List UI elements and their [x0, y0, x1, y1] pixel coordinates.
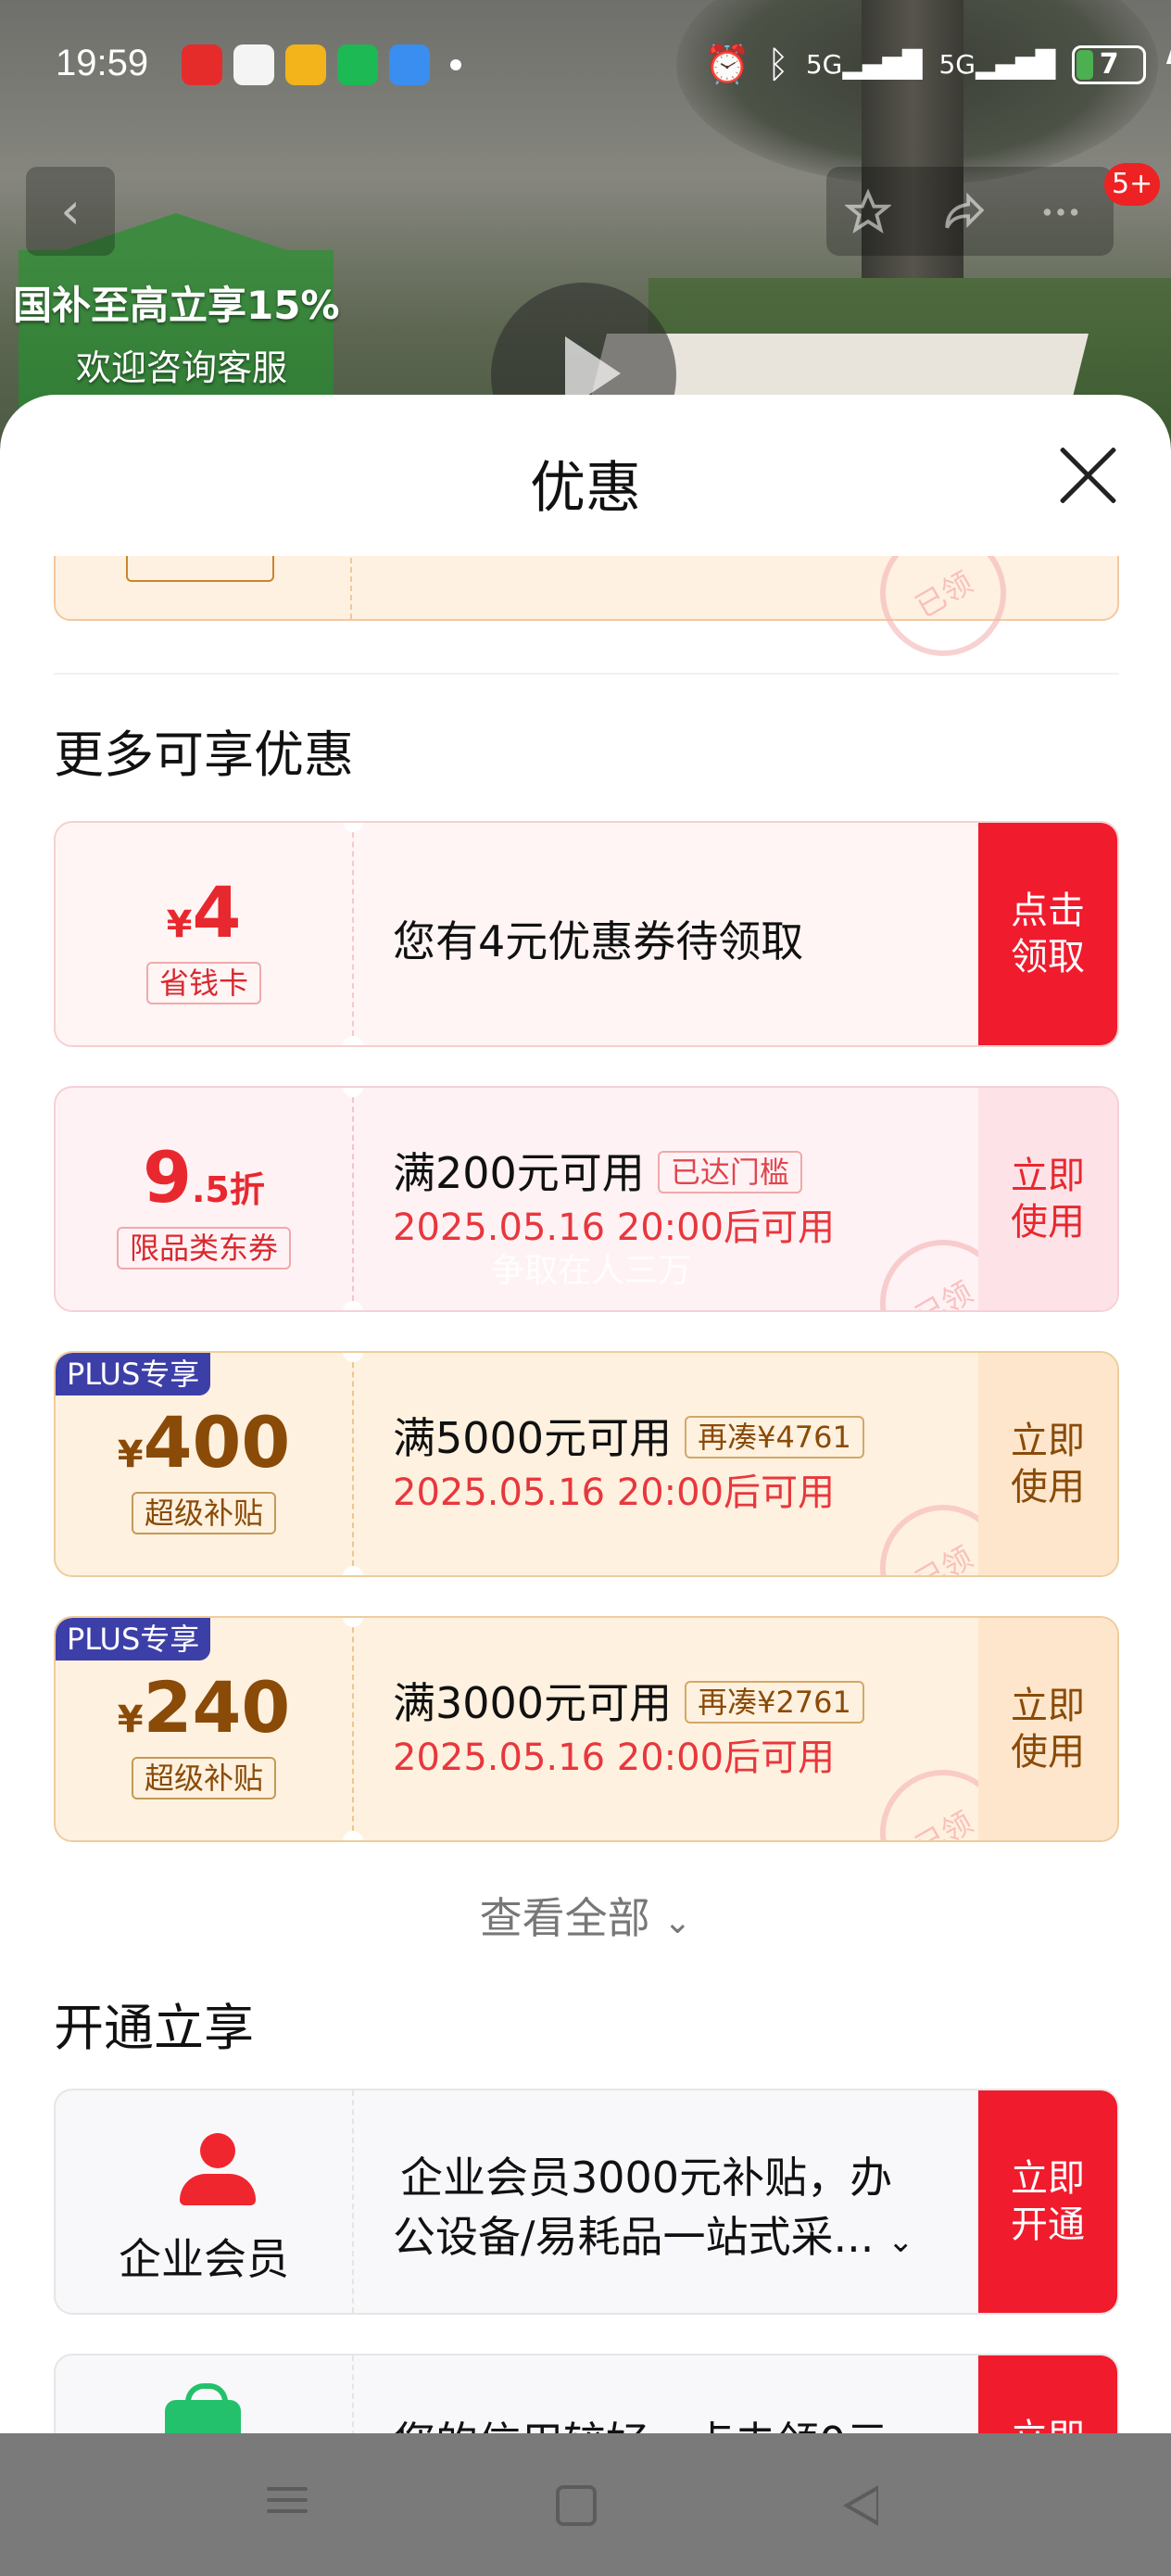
battery-level: 7	[1099, 47, 1119, 81]
use-now-button[interactable]: 立即 使用	[978, 1353, 1117, 1575]
coupon-amount: 4	[192, 871, 242, 953]
share-icon[interactable]	[941, 189, 988, 235]
coupon-valid-date: 2025.05.16 20:00后可用	[393, 1471, 836, 1514]
system-navigation-bar	[0, 2433, 1171, 2576]
coupon-threshold: 满3000元可用 再凑¥2761	[393, 1670, 864, 1731]
bluetooth-icon: ᛒ	[766, 43, 789, 86]
coupon-amount: 240	[143, 1666, 291, 1749]
membership-desc-line1: 企业会员3000元补贴，办	[400, 2153, 893, 2203]
more-icon[interactable]	[1038, 189, 1084, 235]
coupon-valid-date: 2025.05.16 20:00后可用	[393, 1736, 836, 1779]
back-button[interactable]: ‹	[26, 167, 115, 256]
coupon-threshold: 满5000元可用 再凑¥4761	[393, 1405, 864, 1466]
shopping-bag-icon	[165, 2383, 241, 2433]
signal-icon-1: 5G▂▄▆█	[805, 49, 923, 80]
membership-card[interactable]: 您的信用较好，点击领0元 立即	[54, 2354, 1119, 2433]
coupon-threshold: 满200元可用 已达门槛	[393, 1140, 802, 1201]
membership-badge	[56, 2355, 352, 2433]
coupon-type-label: 限品类东券	[116, 1227, 292, 1269]
app-notification-icon	[337, 44, 378, 85]
status-bar: 19:59 ⏰ ᛒ 5G▂▄▆█ 5G▂▄▆█ 7 ϟ	[0, 37, 1171, 102]
coupon-card[interactable]: ¥4 省钱卡 您有4元优惠券待领取 点击 领取	[54, 821, 1119, 1047]
chevron-left-icon: ‹	[60, 182, 81, 240]
person-icon	[180, 2133, 256, 2207]
coupon-tag	[126, 556, 274, 582]
coupon-discount-suffix: .5折	[192, 1169, 265, 1210]
membership-desc-line1: 您的信用较好，点击领0元	[393, 2409, 888, 2433]
home-button[interactable]	[556, 2485, 597, 2526]
coupon-value: ¥240 超级补贴	[56, 1618, 352, 1840]
top-actions	[826, 167, 1114, 256]
coupon-amount: 400	[143, 1401, 291, 1484]
watermark-text: 争取在人三万	[491, 1252, 692, 1290]
alarm-icon: ⏰	[704, 44, 750, 86]
remaining-amount-chip: 再凑¥2761	[685, 1681, 864, 1724]
signal-icon-2: 5G▂▄▆█	[938, 49, 1056, 80]
coupon-description: 您有4元优惠券待领取	[393, 916, 804, 966]
membership-desc-line2: 公设备/易耗品一站式采... ⌄	[393, 2212, 914, 2262]
app-notification-icon	[233, 44, 274, 85]
use-now-button[interactable]: 立即 使用	[978, 1088, 1117, 1310]
charging-icon: ϟ	[1163, 44, 1171, 86]
coupon-card[interactable]: PLUS专享 ¥240 超级补贴 满3000元可用 再凑¥2761 2025.05…	[54, 1616, 1119, 1842]
app-notification-icon	[182, 44, 222, 85]
chevron-down-icon[interactable]: ⌄	[888, 2223, 914, 2260]
status-time: 19:59	[56, 43, 149, 83]
back-nav-button[interactable]	[843, 2485, 878, 2526]
more-notifications-dot	[450, 59, 461, 70]
close-button[interactable]	[1056, 443, 1121, 508]
coupon-value: ¥4 省钱卡	[56, 823, 352, 1045]
currency-symbol: ¥	[117, 1698, 144, 1741]
message-count-badge: 5+	[1104, 163, 1161, 206]
coupon-amount: 9	[143, 1136, 192, 1219]
coupon-card[interactable]: 9.5折 限品类东券 满200元可用 已达门槛 2025.05.16 20:00后…	[54, 1086, 1119, 1312]
threshold-met-chip: 已达门槛	[657, 1151, 802, 1193]
remaining-amount-chip: 再凑¥4761	[685, 1416, 864, 1458]
star-icon[interactable]	[845, 189, 891, 235]
chevron-down-icon: ⌄	[663, 1903, 692, 1941]
divider	[54, 673, 1119, 675]
offers-sheet: 优惠 已领 更多可享优惠 ¥4 省钱卡 您有4元优惠券待领取 点击 领取 9.5…	[0, 395, 1171, 2433]
coupon-value: ¥400 超级补贴	[56, 1353, 352, 1575]
currency-symbol: ¥	[166, 903, 193, 946]
activate-button[interactable]: 立即 开通	[978, 2090, 1117, 2313]
recent-apps-button[interactable]	[261, 2480, 313, 2532]
membership-card[interactable]: 企业会员 企业会员3000元补贴，办 公设备/易耗品一站式采... ⌄ 立即 开通	[54, 2089, 1119, 2315]
app-notification-icon	[389, 44, 430, 85]
battery-icon: 7	[1072, 44, 1147, 84]
sheet-title: 优惠	[530, 456, 641, 521]
notification-icons	[182, 44, 461, 85]
claimed-stamp: 已领	[857, 556, 1029, 679]
section-title-more-offers: 更多可享优惠	[54, 726, 354, 784]
offers-scroll-area[interactable]: 已领 更多可享优惠 ¥4 省钱卡 您有4元优惠券待领取 点击领取 9.5折 限	[0, 556, 1171, 2433]
coupon-card-partial[interactable]: 已领	[54, 556, 1119, 679]
status-right: ⏰ ᛒ 5G▂▄▆█ 5G▂▄▆█ 7 ϟ	[704, 43, 1171, 87]
claim-button[interactable]: 点击 领取	[978, 823, 1117, 1045]
promo-text-line2: 欢迎咨询客服	[76, 347, 288, 388]
section-title-open-enjoy: 开通立享	[54, 1999, 254, 2057]
membership-badge: 企业会员	[56, 2090, 352, 2313]
coupon-type-label: 超级补贴	[131, 1492, 277, 1534]
currency-symbol: ¥	[117, 1433, 144, 1476]
use-now-button[interactable]: 立即 使用	[978, 1618, 1117, 1840]
coupon-value: 9.5折 限品类东券	[56, 1088, 352, 1310]
view-all-link[interactable]: 查看全部 ⌄	[0, 1885, 1171, 1946]
weibo-icon	[285, 44, 326, 85]
activate-button[interactable]: 立即	[978, 2355, 1117, 2433]
coupon-card[interactable]: PLUS专享 ¥400 超级补贴 满5000元可用 再凑¥4761 2025.05…	[54, 1351, 1119, 1577]
coupon-type-label: 省钱卡	[145, 962, 262, 1004]
membership-name: 企业会员	[119, 2234, 289, 2284]
coupon-type-label: 超级补贴	[131, 1757, 277, 1799]
promo-text-line1: 国补至高立享15%	[13, 283, 340, 328]
